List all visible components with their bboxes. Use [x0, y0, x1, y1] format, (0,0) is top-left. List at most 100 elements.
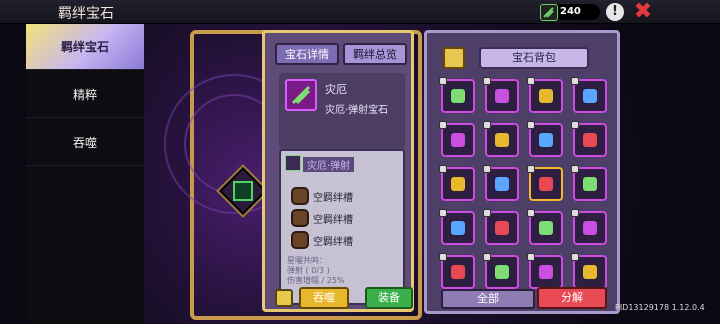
sidebar-item-bond-gem[interactable]: 羁绊宝石 [26, 24, 144, 70]
bag-gem-slot[interactable] [439, 77, 475, 113]
bag-gem-slot[interactable] [439, 253, 475, 289]
effect-title: 灾厄·弹射 [303, 157, 355, 172]
lock-icon [483, 121, 491, 129]
gem-effect-box: 灾厄·弹射 空羁绊槽 空羁绊槽 空羁绊槽 星曜共鸣： 弹射 ( 0/3 ) 伤害… [279, 149, 405, 305]
empty-slot-icon [291, 187, 309, 205]
gem-icon [495, 221, 509, 235]
gem-icon [495, 89, 509, 103]
gem-icon [583, 89, 597, 103]
bond-slot-label: 空羁绊槽 [313, 237, 353, 248]
currency-value: 240 [560, 6, 581, 17]
gem-bag-panel: 宝石背包 全部 分解 [424, 30, 620, 314]
close-button[interactable]: ✖ [632, 1, 654, 23]
bag-gem-slot[interactable] [439, 121, 475, 157]
lock-icon [527, 253, 535, 261]
gem-name: 灾厄 [325, 83, 347, 96]
gem-icon [539, 133, 553, 147]
bond-slot[interactable]: 空羁绊槽 [291, 209, 401, 229]
lock-icon [439, 121, 447, 129]
bag-gem-slot[interactable] [439, 209, 475, 245]
gem-icon [583, 221, 597, 235]
lock-icon [483, 165, 491, 173]
info-button[interactable]: ! [606, 3, 624, 21]
bag-gem-slot[interactable] [571, 121, 607, 157]
empty-slot-icon [291, 209, 309, 227]
filter-all-button[interactable]: 全部 [441, 289, 535, 309]
lock-icon [571, 253, 579, 261]
lock-icon [527, 165, 535, 173]
lock-icon [483, 209, 491, 217]
swallow-button[interactable]: 吞噬 [299, 287, 349, 309]
gem-type: 灾厄·弹射宝石 [325, 105, 389, 116]
bond-slot-label: 空羁绊槽 [313, 215, 353, 226]
bond-slot[interactable]: 空羁绊槽 [291, 187, 401, 207]
gem-icon [451, 133, 465, 147]
lock-icon [439, 77, 447, 85]
lock-button[interactable] [275, 289, 293, 307]
lock-icon [571, 77, 579, 85]
bag-gem-slot[interactable] [527, 77, 563, 113]
tab-gem-details[interactable]: 宝石详情 [275, 43, 339, 65]
effect-icon [285, 155, 301, 171]
bond-slot-label: 空羁绊槽 [313, 193, 353, 204]
bag-gem-slot[interactable] [571, 77, 607, 113]
bag-gem-slot[interactable] [571, 209, 607, 245]
lock-icon [483, 253, 491, 261]
gem-icon [583, 133, 597, 147]
currency-display: 240 [540, 4, 600, 21]
bond-line: 伤害增幅 / 25% [287, 276, 345, 285]
gem-icon [539, 89, 553, 103]
gem-icon [451, 265, 465, 279]
gem-details-panel: 宝石详情 羁绊总览 灾厄 灾厄·弹射宝石 灾厄·弹射 空羁绊槽 空羁绊槽 空羁绊… [262, 30, 414, 312]
gem-icon [285, 79, 317, 111]
bag-gem-slot[interactable] [483, 121, 519, 157]
lock-icon [527, 77, 535, 85]
lock-icon [571, 121, 579, 129]
bag-gem-slot[interactable] [571, 165, 607, 201]
gem-icon [583, 177, 597, 191]
grid-view-button[interactable] [443, 47, 465, 69]
bag-gem-slot[interactable] [483, 165, 519, 201]
bag-gem-slot[interactable] [571, 253, 607, 289]
gem-icon [495, 265, 509, 279]
bond-slot[interactable]: 空羁绊槽 [291, 231, 401, 251]
equip-button[interactable]: 装备 [365, 287, 413, 309]
gem-icon [451, 177, 465, 191]
sidebar-item-swallow[interactable]: 吞噬 [26, 120, 144, 166]
lock-icon [527, 121, 535, 129]
bag-gem-slot[interactable] [527, 165, 563, 201]
gem-icon [495, 133, 509, 147]
gem-icon [495, 177, 509, 191]
bag-gem-slot[interactable] [527, 209, 563, 245]
sidebar: 羁绊宝石 精粹 吞噬 [26, 24, 144, 324]
lock-icon [571, 165, 579, 173]
page-title: 羁绊宝石 [58, 6, 114, 22]
lock-icon [439, 209, 447, 217]
bag-title: 宝石背包 [479, 47, 589, 69]
gem-icon [233, 181, 253, 201]
gem-icon [583, 265, 597, 279]
lock-icon [439, 253, 447, 261]
gem-icon [539, 177, 553, 191]
decompose-button[interactable]: 分解 [537, 287, 607, 309]
top-bar: 羁绊宝石 240 ! ✖ [0, 0, 720, 24]
gem-card: 灾厄 灾厄·弹射宝石 [279, 73, 405, 149]
gem-icon [451, 221, 465, 235]
tab-bond-overview[interactable]: 羁绊总览 [343, 43, 407, 65]
gem-icon [451, 89, 465, 103]
lock-icon [571, 209, 579, 217]
bag-gem-slot[interactable] [483, 253, 519, 289]
bag-gem-slot[interactable] [527, 253, 563, 289]
lock-icon [527, 209, 535, 217]
bag-gem-slot[interactable] [483, 209, 519, 245]
bag-gem-slot[interactable] [439, 165, 475, 201]
gem-icon [539, 221, 553, 235]
lock-icon [439, 165, 447, 173]
gem-icon [539, 265, 553, 279]
sidebar-item-essence[interactable]: 精粹 [26, 72, 144, 118]
gem-currency-icon [540, 4, 558, 21]
bag-gem-slot[interactable] [483, 77, 519, 113]
bag-gem-slot[interactable] [527, 121, 563, 157]
lock-icon [483, 77, 491, 85]
empty-slot-icon [291, 231, 309, 249]
